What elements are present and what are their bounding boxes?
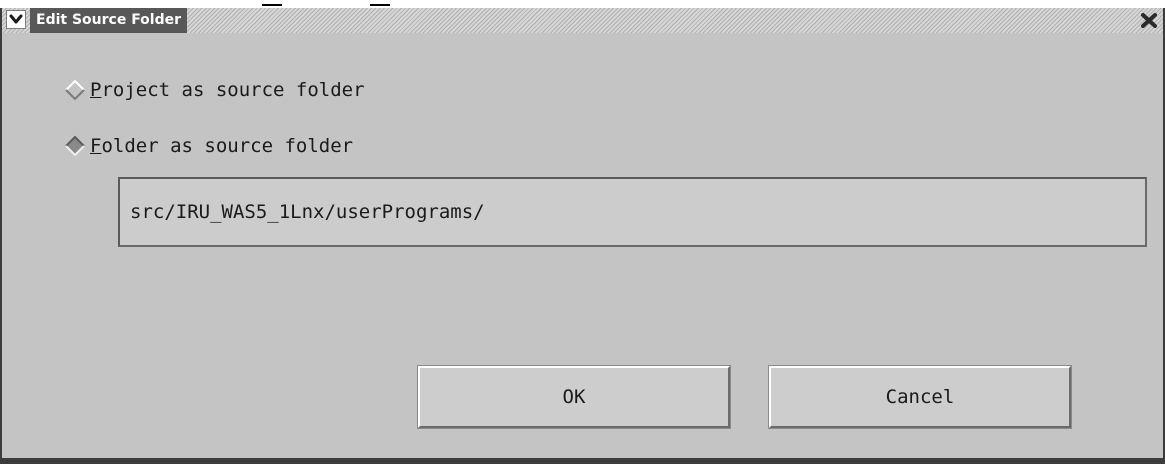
radio-folder-as-source-folder[interactable]: Folder as source folder: [62, 134, 353, 158]
radio-project-as-source-folder[interactable]: Project as source folder: [62, 78, 365, 102]
window-menu-button[interactable]: [6, 10, 26, 29]
radio-label: Folder as source folder: [90, 135, 353, 157]
chevron-down-icon: [9, 14, 23, 24]
mnemonic-letter: P: [90, 79, 102, 101]
ok-button[interactable]: OK: [418, 366, 730, 428]
label-text: older as source folder: [101, 135, 354, 157]
title-bar[interactable]: Edit Source Folder: [2, 8, 1163, 33]
radio-label: Project as source folder: [90, 79, 365, 101]
window-close-button[interactable]: [1139, 11, 1159, 30]
edit-source-folder-dialog: Edit Source Folder Project as source fol…: [0, 8, 1165, 464]
fragment-underscore: [262, 4, 282, 6]
label-text: roject as source folder: [101, 79, 365, 101]
folder-path-input[interactable]: [118, 177, 1147, 247]
close-icon: [1141, 13, 1157, 28]
cancel-button[interactable]: Cancel: [769, 366, 1071, 428]
fragment-underscore: [370, 4, 390, 6]
radio-diamond-selected-icon[interactable]: [62, 134, 90, 158]
radio-diamond-unselected-icon[interactable]: [62, 78, 90, 102]
window-title: Edit Source Folder: [30, 8, 188, 33]
mnemonic-letter: F: [90, 135, 102, 157]
